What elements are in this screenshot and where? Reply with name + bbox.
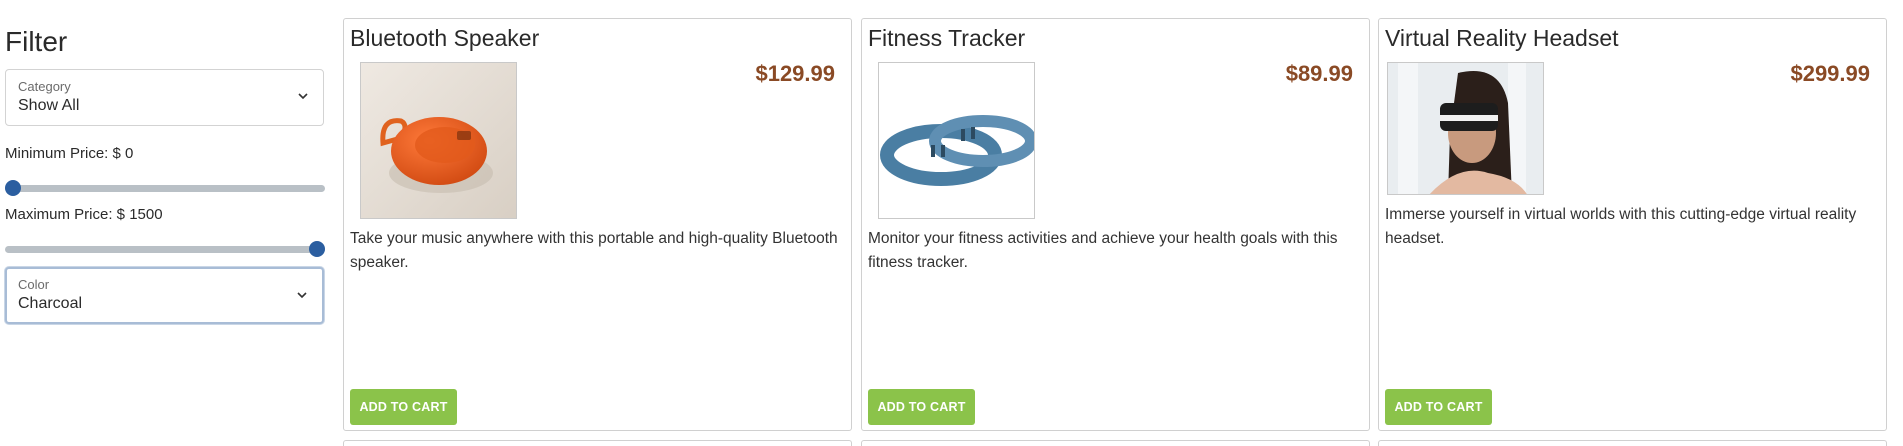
min-price-label: Minimum Price: $ 0 — [5, 145, 134, 162]
filter-sidebar: Filter Category Show All Minimum Price: … — [5, 22, 325, 324]
product-image — [360, 62, 517, 219]
slider-thumb[interactable] — [309, 241, 325, 257]
vr-headset-image — [1388, 63, 1543, 194]
chevron-down-icon — [297, 292, 307, 299]
color-value: Charcoal — [18, 295, 83, 312]
add-to-cart-button[interactable]: ADD TO CART — [868, 389, 975, 425]
add-to-cart-button[interactable]: ADD TO CART — [1385, 389, 1492, 425]
max-price-slider[interactable] — [5, 238, 325, 258]
filter-title: Filter — [5, 26, 68, 57]
product-title: Bluetooth Speaker — [350, 25, 540, 51]
product-price: $299.99 — [1790, 61, 1870, 86]
slider-track — [5, 246, 325, 253]
product-card: Fitness Tracker $89.99 Monitor your fitn… — [861, 18, 1370, 431]
product-title: Fitness Tracker — [868, 25, 1026, 51]
speaker-image — [361, 63, 516, 218]
color-select[interactable]: Color Charcoal — [5, 267, 324, 324]
product-description: Take your music anywhere with this porta… — [350, 230, 838, 271]
category-value: Show All — [18, 97, 80, 114]
slider-thumb[interactable] — [5, 180, 21, 196]
product-card: Bluetooth Speaker $129.99 Take your musi… — [343, 18, 852, 431]
product-image — [1387, 62, 1544, 195]
add-to-cart-button[interactable]: ADD TO CART — [350, 389, 457, 425]
slider-track — [5, 185, 325, 192]
color-label: Color — [18, 277, 50, 292]
product-description: Monitor your fitness activities and achi… — [868, 230, 1338, 271]
category-label: Category — [18, 79, 71, 94]
product-card-partial — [861, 440, 1370, 446]
product-card-partial — [343, 440, 852, 446]
max-price-label: Maximum Price: $ 1500 — [5, 206, 163, 223]
fitness-band-image — [879, 63, 1034, 218]
category-select[interactable]: Category Show All — [5, 69, 324, 126]
product-card: Virtual Reality Headset $299.99 Immerse … — [1378, 18, 1887, 431]
min-price-slider[interactable] — [5, 177, 325, 197]
product-title: Virtual Reality Headset — [1385, 25, 1619, 51]
product-price: $129.99 — [755, 61, 835, 86]
product-description: Immerse yourself in virtual worlds with … — [1385, 206, 1857, 247]
chevron-down-icon — [298, 93, 308, 100]
product-image — [878, 62, 1035, 219]
product-price: $89.99 — [1285, 61, 1353, 86]
product-card-partial — [1378, 440, 1887, 446]
